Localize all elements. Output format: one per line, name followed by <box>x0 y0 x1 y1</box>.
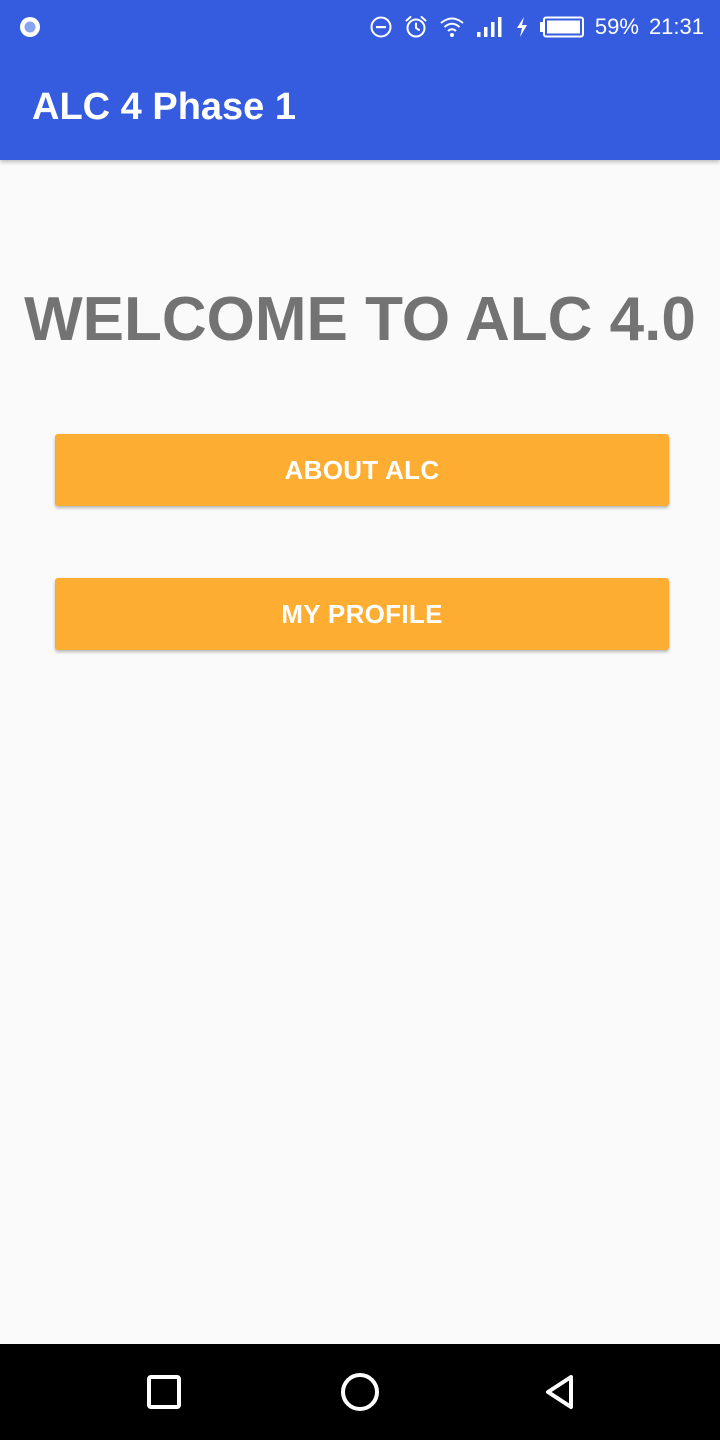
my-profile-button[interactable]: MY PROFILE <box>55 578 669 650</box>
app-title: ALC 4 Phase 1 <box>32 86 296 128</box>
status-icons: 59% 21:31 <box>369 8 704 46</box>
wifi-icon <box>439 16 465 38</box>
welcome-heading: WELCOME TO ALC 4.0 <box>24 285 696 354</box>
back-icon[interactable] <box>530 1362 590 1422</box>
do-not-disturb-icon <box>369 15 393 39</box>
cell-signal-icon <box>475 15 505 39</box>
recent-apps-icon[interactable] <box>134 1362 194 1422</box>
charging-icon <box>515 16 529 38</box>
status-bar: 59% 21:31 <box>0 0 720 54</box>
battery-percent: 59% <box>594 14 639 39</box>
about-alc-button[interactable]: ABOUT ALC <box>55 434 669 506</box>
alarm-icon <box>403 14 429 40</box>
app-notification-icon <box>18 15 42 39</box>
home-icon[interactable] <box>330 1362 390 1422</box>
app-bar: 59% 21:31 ALC 4 Phase 1 <box>0 0 720 160</box>
battery-icon <box>539 16 585 38</box>
navigation-bar <box>0 1344 720 1440</box>
clock: 21:31 <box>648 14 704 39</box>
